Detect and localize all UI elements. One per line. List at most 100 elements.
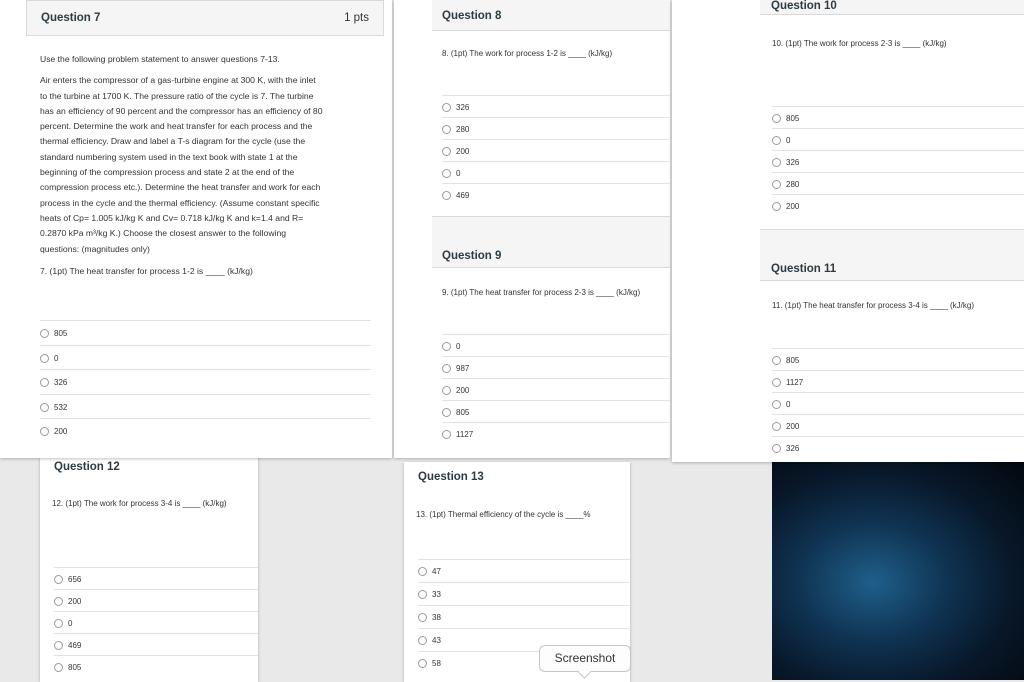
radio-button[interactable] <box>418 566 427 576</box>
statement-line: to the turbine at 1700 K. The pressure r… <box>40 90 314 101</box>
answer-option[interactable]: 0 <box>40 345 371 370</box>
statement-line: beginning of the compression process and… <box>40 167 295 178</box>
question-9-prompt: 9. (1pt) The heat transfer for process 2… <box>442 288 641 297</box>
statement-line: process in the cycle and the thermal eff… <box>40 197 320 208</box>
question-10-prompt: 10. (1pt) The work for process 2-3 is __… <box>772 39 947 48</box>
answer-option[interactable]: 805 <box>40 321 371 345</box>
answer-option[interactable]: 280 <box>772 172 1024 195</box>
answer-option[interactable]: 0 <box>442 334 670 357</box>
question-13-title: Question 13 <box>418 471 484 483</box>
radio-button[interactable] <box>40 426 49 436</box>
question-11-header: Question 11 <box>760 229 1024 281</box>
answer-option[interactable]: 805 <box>772 106 1024 129</box>
answer-option[interactable]: 0 <box>54 611 258 634</box>
answer-option[interactable]: 987 <box>442 356 670 379</box>
radio-button[interactable] <box>442 385 451 395</box>
question-10-title: Question 10 <box>771 0 837 12</box>
answer-option[interactable]: 33 <box>418 582 630 605</box>
problem-intro: Use the following problem statement to a… <box>40 54 280 64</box>
radio-button[interactable] <box>54 618 63 628</box>
answer-option[interactable]: 1127 <box>772 370 1024 393</box>
question-7-card: Question 7 1 pts Use the following probl… <box>0 0 392 458</box>
answer-option[interactable]: 0 <box>772 128 1024 151</box>
question-13-header: Question 13 <box>404 462 630 490</box>
answer-option[interactable]: 326 <box>40 369 371 394</box>
question-9-header: Question 9 <box>432 216 670 268</box>
answer-option[interactable]: 200 <box>442 378 670 401</box>
radio-button[interactable] <box>418 612 427 622</box>
radio-button[interactable] <box>442 124 451 134</box>
radio-button[interactable] <box>54 574 63 584</box>
radio-button[interactable] <box>442 429 451 439</box>
radio-button[interactable] <box>418 635 427 645</box>
radio-button[interactable] <box>772 443 781 453</box>
radio-button[interactable] <box>418 658 427 668</box>
answer-option[interactable]: 200 <box>40 418 371 443</box>
radio-button[interactable] <box>772 157 781 167</box>
radio-button[interactable] <box>442 341 451 351</box>
statement-line: heats of Cp= 1.005 kJ/kg K and Cv= 0.718… <box>40 212 304 223</box>
radio-button[interactable] <box>40 402 49 412</box>
answer-option[interactable]: 200 <box>772 414 1024 437</box>
question-7-header: Question 7 1 pts <box>26 0 384 36</box>
answer-option[interactable]: 469 <box>54 633 258 656</box>
statement-line: Air enters the compressor of a gas-turbi… <box>40 75 316 86</box>
radio-button[interactable] <box>40 353 49 363</box>
question-8-header: Question 8 <box>432 0 670 31</box>
radio-button[interactable] <box>442 407 451 417</box>
question-7-points: 1 pts <box>344 12 369 24</box>
question-11-prompt: 11. (1pt) The heat transfer for process … <box>772 301 975 310</box>
radio-button[interactable] <box>772 201 781 211</box>
screenshot-tooltip: Screenshot <box>539 645 631 672</box>
radio-button[interactable] <box>40 328 49 338</box>
answer-option[interactable]: 200 <box>442 139 670 162</box>
radio-button[interactable] <box>40 377 49 387</box>
answer-option[interactable]: 805 <box>442 400 670 423</box>
radio-button[interactable] <box>442 168 451 178</box>
answer-option[interactable]: 0 <box>772 392 1024 415</box>
answer-option[interactable]: 47 <box>418 559 630 582</box>
answer-option[interactable]: 1127 <box>442 422 670 445</box>
radio-button[interactable] <box>418 589 427 599</box>
statement-line: 0.2870 kPa m³/kg K.) Choose the closest … <box>40 228 287 239</box>
answer-option[interactable]: 805 <box>772 348 1024 371</box>
question-8-title: Question 8 <box>442 10 502 22</box>
radio-button[interactable] <box>772 179 781 189</box>
answer-option[interactable]: 38 <box>418 605 630 628</box>
problem-statement: Use the following problem statement to a… <box>40 52 370 279</box>
answer-option[interactable]: 532 <box>40 394 371 419</box>
answer-option[interactable]: 326 <box>772 436 1024 459</box>
question-8-9-card: Question 8 8. (1pt) The work for process… <box>394 0 670 458</box>
radio-button[interactable] <box>442 146 451 156</box>
radio-button[interactable] <box>772 399 781 409</box>
question-10-header: Question 10 <box>760 0 1024 15</box>
radio-button[interactable] <box>772 421 781 431</box>
radio-button[interactable] <box>54 596 63 606</box>
statement-line: thermal efficiency. Draw and label a T-s… <box>40 136 306 147</box>
background-photo <box>772 462 1024 680</box>
answer-option[interactable]: 656 <box>54 567 258 590</box>
question-12-card: Question 12 12. (1pt) The work for proce… <box>40 452 258 682</box>
statement-line: standard numbering system used in the te… <box>40 151 298 162</box>
answer-option[interactable]: 469 <box>442 183 670 206</box>
radio-button[interactable] <box>772 113 781 123</box>
answer-option[interactable]: 326 <box>442 95 670 118</box>
radio-button[interactable] <box>442 102 451 112</box>
radio-button[interactable] <box>772 355 781 365</box>
answer-option[interactable]: 280 <box>442 117 670 140</box>
answer-option[interactable]: 0 <box>442 161 670 184</box>
radio-button[interactable] <box>442 190 451 200</box>
answer-option[interactable]: 326 <box>772 150 1024 173</box>
answer-option[interactable]: 200 <box>772 194 1024 217</box>
statement-line: percent. Determine the work and heat tra… <box>40 121 313 132</box>
answer-option[interactable]: 200 <box>54 589 258 612</box>
radio-button[interactable] <box>772 135 781 145</box>
radio-button[interactable] <box>772 377 781 387</box>
radio-button[interactable] <box>54 640 63 650</box>
statement-line: questions: (magnitudes only) <box>40 243 150 254</box>
radio-button[interactable] <box>54 662 63 672</box>
question-11-title: Question 11 <box>771 263 837 275</box>
statement-line: compression process etc.). Determine the… <box>40 182 321 193</box>
radio-button[interactable] <box>442 363 451 373</box>
answer-option[interactable]: 805 <box>54 655 258 678</box>
